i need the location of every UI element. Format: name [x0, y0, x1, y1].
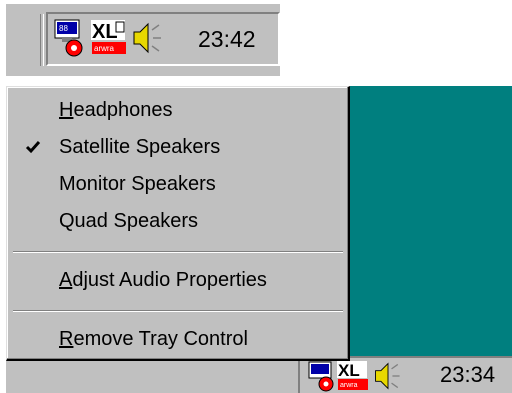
menu-item-monitor-speakers[interactable]: Monitor Speakers — [7, 166, 345, 202]
speaker-icon[interactable] — [130, 20, 166, 56]
menu-item-label: Headphones — [59, 99, 173, 121]
display-settings-icon[interactable]: 88 — [54, 18, 88, 58]
clock[interactable]: 23:34 — [440, 364, 495, 386]
speaker-icon[interactable] — [372, 360, 404, 392]
menu-item-label: Quad Speakers — [59, 210, 198, 232]
menu-item-label: Satellite Speakers — [59, 136, 221, 158]
menu-item-headphones[interactable]: Headphones — [7, 92, 345, 128]
menu-separator — [13, 310, 343, 312]
menu-separator — [13, 251, 343, 253]
clock[interactable]: 23:42 — [198, 28, 256, 51]
speaker-context-menu: Headphones Satellite Speakers Monitor Sp… — [6, 86, 350, 361]
xl-app-icon[interactable]: XL arwra — [90, 18, 128, 58]
top-taskbar: 88 XL arwra 23:42 — [6, 4, 280, 76]
tray-grip — [40, 14, 44, 66]
svg-text:88: 88 — [59, 24, 68, 33]
display-settings-icon[interactable] — [308, 360, 338, 392]
menu-item-label: Monitor Speakers — [59, 173, 216, 195]
svg-text:XL: XL — [92, 21, 118, 43]
menu-item-remove-tray-control[interactable]: Remove Tray Control — [7, 321, 345, 357]
menu-item-quad-speakers[interactable]: Quad Speakers — [7, 203, 345, 239]
svg-text:XL: XL — [338, 361, 360, 380]
menu-item-adjust-audio-properties[interactable]: Adjust Audio Properties — [7, 262, 345, 298]
system-tray: 88 XL arwra 23:42 — [46, 12, 280, 66]
desktop-background — [350, 86, 512, 356]
svg-text:arwra: arwra — [340, 382, 358, 389]
menu-item-label: Adjust Audio Properties — [59, 269, 267, 291]
bottom-taskbar: XL arwra 23:34 — [6, 356, 512, 393]
menu-item-satellite-speakers[interactable]: Satellite Speakers — [7, 129, 345, 165]
menu-item-label: Remove Tray Control — [59, 328, 248, 350]
svg-text:arwra: arwra — [94, 44, 115, 53]
xl-app-icon[interactable]: XL arwra — [336, 360, 370, 392]
system-tray-bottom: XL arwra 23:34 — [298, 356, 512, 393]
checkmark-icon — [25, 141, 41, 154]
